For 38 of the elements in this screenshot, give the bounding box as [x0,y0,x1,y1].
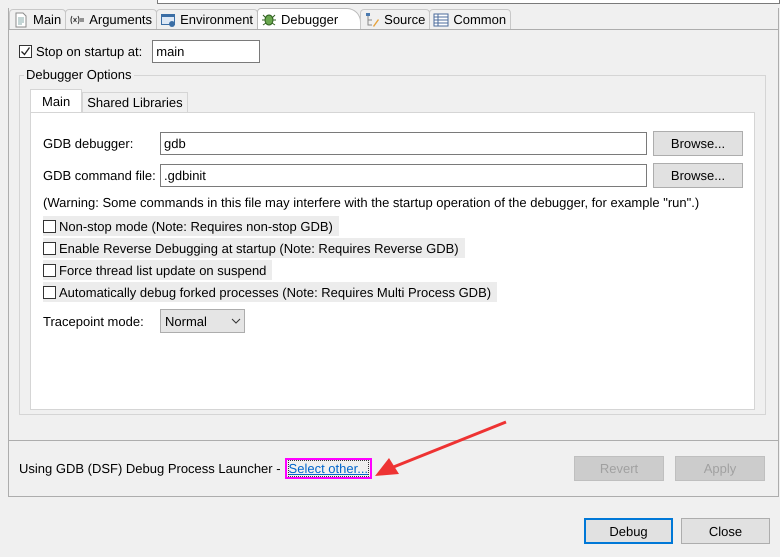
checkbox-label: Non-stop mode (Note: Requires non-stop GDB) [59,218,333,234]
field-label: GDB debugger: [43,136,134,150]
tree-icon [364,12,380,28]
dropdown[interactable]: Normal [160,309,245,333]
checkbox-label: Automatically debug forked processes (Note: Requires Multi Process GDB) [59,284,492,300]
browse-button[interactable]: Browse... [653,130,743,156]
select-other-link[interactable]: Select other... [288,461,368,476]
checkbox-label: Force thread list update on suspend [59,262,266,278]
dialog-button[interactable]: Close [681,518,770,544]
window-icon [160,12,176,28]
tab[interactable]: Arguments [65,9,158,29]
tab[interactable]: Shared Libraries [82,92,188,112]
dialog-button[interactable]: Debug [584,518,673,544]
checkbox-label: Enable Reverse Debugging at startup (Note: Requires Reverse GDB) [59,240,459,256]
checkbox[interactable] [43,264,56,276]
field-label: GDB command file: [43,168,157,182]
tab[interactable]: Debugger [257,8,362,29]
input-field[interactable]: gdb [160,132,647,154]
tab[interactable]: Environment [156,9,258,29]
checkbox[interactable] [43,220,56,232]
tab[interactable]: Common [429,9,512,29]
tab[interactable]: Main [30,89,82,112]
checkbox[interactable] [19,45,32,58]
tab[interactable]: Main [9,9,66,29]
checkbox[interactable] [43,286,56,298]
group-title: Debugger Options [24,67,134,82]
input-field[interactable]: .gdbinit [160,164,647,186]
document-icon [13,12,29,28]
browse-button[interactable]: Browse... [653,162,743,188]
checkbox-label: Stop on startup at: [36,44,142,59]
tab[interactable]: Source [360,9,430,29]
launcher-text: Using GDB (DSF) Debug Process Launcher - [19,461,281,476]
table-icon [433,12,450,28]
warning-text: (Warning: Some commands in this file may interfere with the startup operation of the debugger, for example "run".) [43,195,700,212]
checkbox[interactable] [43,242,56,254]
chevron-down-icon [231,318,241,324]
input-field[interactable]: main [152,40,260,63]
field-label: Tracepoint mode: [43,314,145,328]
